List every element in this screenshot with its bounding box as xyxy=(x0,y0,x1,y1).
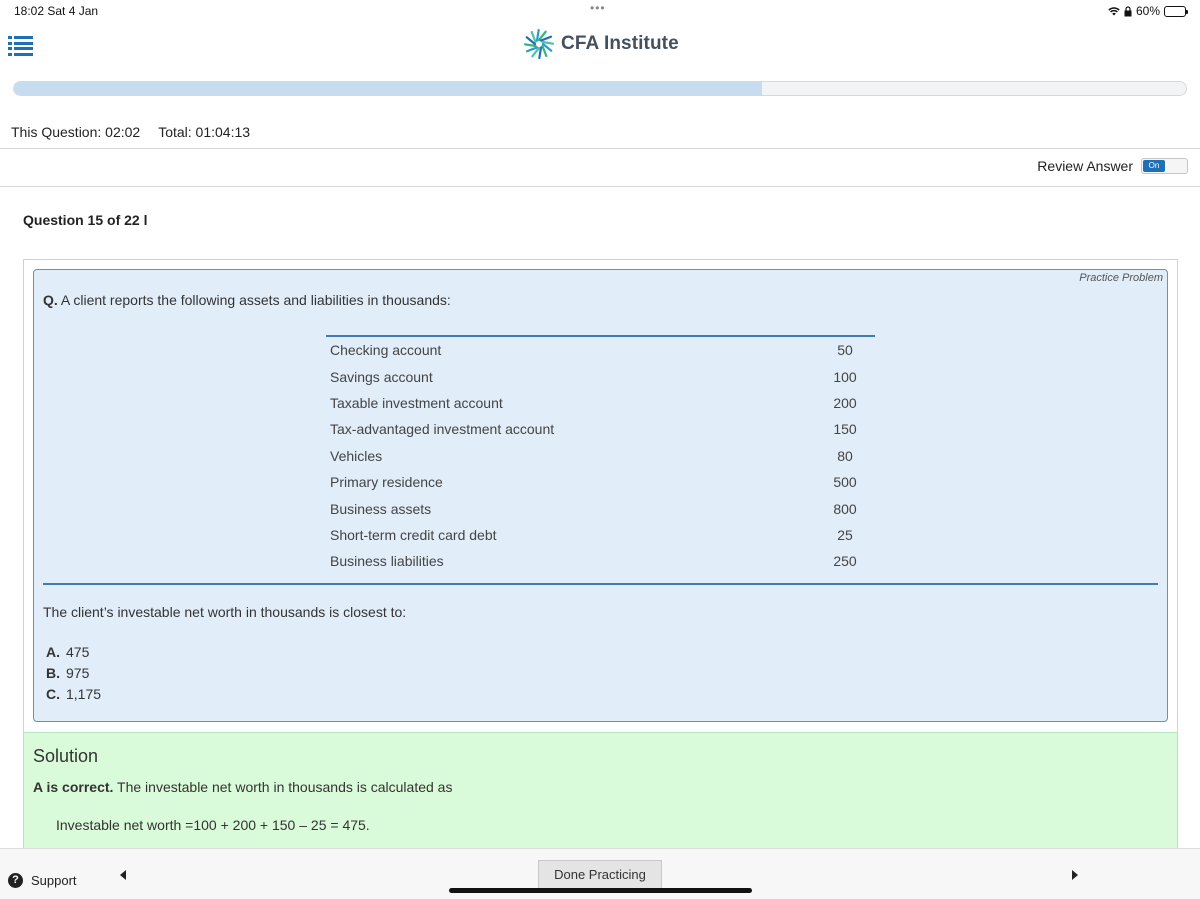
solution-title: Solution xyxy=(33,746,99,766)
answer-choice[interactable]: A. 475 xyxy=(46,642,101,663)
row-label: Vehicles xyxy=(330,447,383,464)
table-row: Vehicles 80 xyxy=(326,443,875,469)
table-row: Business assets 800 xyxy=(326,495,875,521)
answer-choices: A. 475 B. 975 C. 1,175 xyxy=(46,642,101,705)
table-row: Tax-advantaged investment account 150 xyxy=(326,416,875,442)
question-number: Question 15 of 22 l xyxy=(23,212,148,228)
progress-bar xyxy=(13,81,1187,96)
table-row: Short-term credit card debt 25 xyxy=(326,522,875,548)
answer-choice[interactable]: C. 1,175 xyxy=(46,684,101,705)
done-practicing-button[interactable]: Done Practicing xyxy=(538,860,662,890)
support-link[interactable]: ? Support xyxy=(8,873,77,888)
practice-problem-tag: Practice Problem xyxy=(1079,272,1163,284)
row-value: 250 xyxy=(833,553,857,570)
choice-letter: A. xyxy=(46,644,60,660)
question-panel: Practice Problem Q. A client reports the… xyxy=(23,259,1178,860)
battery-percent: 60% xyxy=(1135,4,1160,18)
question-body: A client reports the following assets an… xyxy=(57,292,451,308)
question-box: Practice Problem Q. A client reports the… xyxy=(33,269,1168,722)
toggle-on-label: On xyxy=(1143,160,1165,172)
progress-fill xyxy=(14,82,762,95)
row-value: 200 xyxy=(833,394,857,411)
cfa-globe-icon xyxy=(523,28,555,60)
row-label: Taxable investment account xyxy=(330,394,503,411)
multitask-dots[interactable]: ••• xyxy=(590,1,606,15)
solution-panel: Solution A is correct. The investable ne… xyxy=(24,732,1177,860)
question-prefix: Q. xyxy=(43,292,58,308)
this-question-timer: This Question: 02:02 xyxy=(11,124,141,140)
choice-text: 975 xyxy=(66,665,90,681)
question-text: Q. A client reports the following assets… xyxy=(43,292,451,308)
logo-text: CFA Institute xyxy=(561,33,679,54)
row-label: Savings account xyxy=(330,368,433,385)
row-label: Business liabilities xyxy=(330,553,444,570)
row-label: Business assets xyxy=(330,500,432,517)
review-answer-label: Review Answer xyxy=(1037,158,1133,174)
row-label: Short-term credit card debt xyxy=(330,526,497,543)
choice-letter: C. xyxy=(46,686,60,702)
review-answer-toggle[interactable]: On xyxy=(1141,158,1188,174)
row-value: 100 xyxy=(833,368,857,385)
table-row: Business liabilities 250 xyxy=(326,548,875,574)
total-timer: Total: 01:04:13 xyxy=(158,124,251,140)
row-value: 150 xyxy=(833,421,857,438)
battery-icon xyxy=(1164,5,1188,17)
table-row: Taxable investment account 200 xyxy=(326,390,875,416)
table-row: Savings account 100 xyxy=(326,363,875,389)
solution-verdict: A is correct. xyxy=(33,779,114,795)
menu-list-icon[interactable] xyxy=(8,36,33,56)
review-answer: Review Answer On xyxy=(1037,158,1188,174)
row-label: Checking account xyxy=(330,342,442,359)
solution-explanation: The investable net worth in thousands is… xyxy=(113,779,453,795)
choice-text: 1,175 xyxy=(66,686,102,702)
wifi-icon xyxy=(1108,7,1120,16)
question-stem: The client’s investable net worth in tho… xyxy=(43,604,407,620)
divider xyxy=(0,148,1200,149)
previous-arrow-icon[interactable] xyxy=(120,870,126,880)
table-row: Primary residence 500 xyxy=(326,469,875,495)
support-label: Support xyxy=(31,873,77,888)
answer-choice[interactable]: B. 975 xyxy=(46,663,101,684)
next-arrow-icon[interactable] xyxy=(1072,870,1078,880)
footer-bar: ? Support Done Practicing xyxy=(0,848,1200,899)
table-row: Checking account 50 xyxy=(326,337,875,363)
row-value: 80 xyxy=(837,447,853,464)
status-bar: 18:02 Sat 4 Jan ••• 60% xyxy=(0,0,1200,22)
choice-text: 475 xyxy=(66,644,90,660)
timer-row: This Question: 02:02 Total: 01:04:13 xyxy=(11,124,250,140)
solution-calculation: Investable net worth =100 + 200 + 150 – … xyxy=(56,817,370,833)
help-icon: ? xyxy=(8,873,23,888)
table-rule xyxy=(43,583,1158,585)
choice-letter: B. xyxy=(46,665,60,681)
cfa-logo: CFA Institute xyxy=(523,28,679,60)
divider xyxy=(0,186,1200,187)
row-value: 800 xyxy=(833,500,857,517)
lock-rotation-icon xyxy=(1124,5,1132,16)
status-right: 60% xyxy=(1108,4,1188,18)
row-value: 50 xyxy=(837,342,853,359)
row-value: 25 xyxy=(837,526,853,543)
row-label: Primary residence xyxy=(330,474,443,491)
assets-liabilities-table: Checking account 50 Savings account 100 Taxa… xyxy=(326,335,875,575)
row-value: 500 xyxy=(833,474,857,491)
solution-text: A is correct. The investable net worth i… xyxy=(33,779,452,795)
status-time: 18:02 Sat 4 Jan xyxy=(14,4,99,18)
row-label: Tax-advantaged investment account xyxy=(330,421,555,438)
home-indicator[interactable] xyxy=(449,888,752,893)
